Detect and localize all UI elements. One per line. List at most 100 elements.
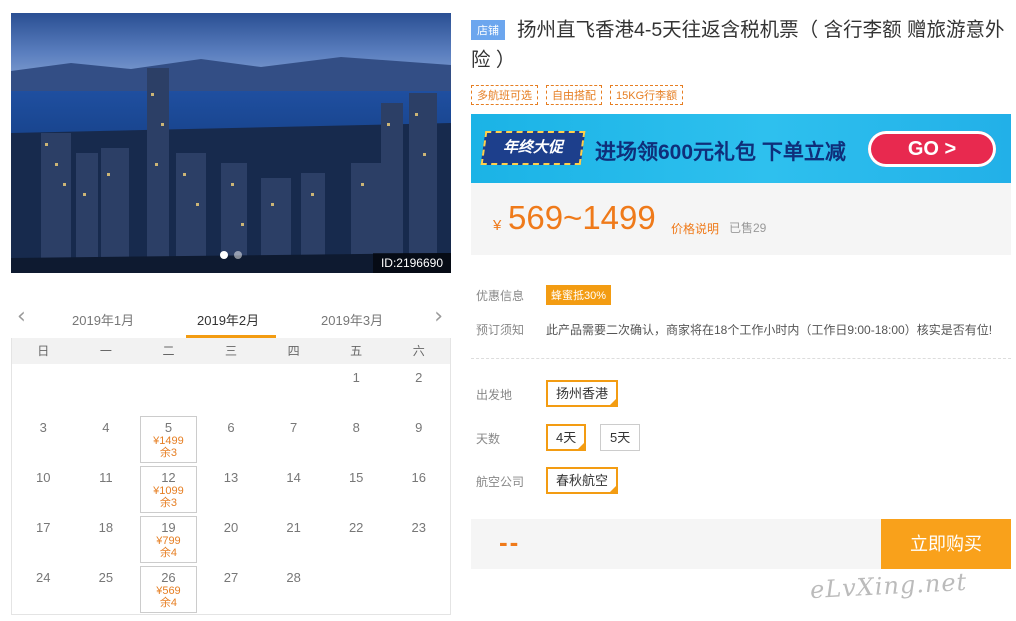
price-currency: ¥ (493, 217, 502, 234)
day-number: 10 (36, 470, 51, 485)
promo-text-amount: 600元礼包 (658, 141, 757, 164)
departure-label: 出发地 (476, 388, 513, 402)
total-price: -- (499, 527, 521, 557)
carousel-dot[interactable] (234, 251, 242, 259)
active-month-indicator (186, 335, 276, 338)
day-number: 11 (99, 470, 113, 485)
day-number: 5 (164, 420, 173, 435)
day-price: ¥569 (156, 585, 181, 597)
promo-text-prefix: 进场领 (595, 141, 658, 164)
day-number: 3 (39, 420, 47, 435)
price-range: 569~1499 (508, 199, 656, 236)
calendar-day-cell: 16 (387, 464, 450, 514)
discount-label: 优惠信息 (476, 289, 525, 303)
calendar-month-tab[interactable]: 2019年1月 (72, 310, 134, 329)
calendar-day-cell: 17 (12, 514, 75, 564)
day-number: 1 (352, 370, 360, 385)
product-title: 扬州直飞香港4-5天往返含税机票（ 含行李额 赠旅游意外险 ） (471, 19, 1005, 71)
product-tags: 多航班可选 自由搭配 15KG行李额 (471, 85, 684, 105)
calendar-day-cell: 20 (200, 514, 263, 564)
carousel-dot[interactable] (220, 251, 228, 259)
calendar-day-cell: 2 (387, 364, 450, 414)
promo-badge: 年终大促 (480, 131, 586, 165)
days-option[interactable]: 5天 (600, 424, 641, 451)
calendar-day-cell: 27 (200, 564, 263, 614)
calendar-day-cell: 11 (75, 464, 138, 514)
image-id-label: ID:2196690 (372, 253, 451, 273)
calendar-day-available[interactable]: 26 ¥569 余4 (137, 564, 200, 614)
calendar-day-cell (387, 564, 450, 614)
day-number: 15 (348, 470, 364, 485)
notice-label: 预订须知 (476, 323, 525, 337)
day-price: ¥1099 (153, 485, 184, 497)
days-option-selected[interactable]: 4天 (546, 424, 587, 451)
price-calendar: ‹ 2019年1月 2019年2月 2019年3月 › 日 一 二 三 四 五 … (11, 298, 451, 615)
day-number: 4 (102, 420, 110, 435)
day-price: ¥1499 (153, 435, 184, 447)
calendar-day-cell: 7 (262, 414, 325, 464)
airline-label: 航空公司 (476, 475, 525, 489)
weekday-label: 二 (162, 344, 175, 358)
day-number: 14 (286, 470, 301, 485)
site-watermark: eLvXing.net (809, 567, 968, 605)
calendar-day-cell (75, 364, 138, 414)
calendar-day-cell: 28 (262, 564, 325, 614)
day-number: 8 (352, 420, 360, 435)
day-number: 22 (348, 520, 364, 535)
day-number: 26 (161, 570, 176, 585)
section-divider (471, 358, 1011, 359)
calendar-day-available[interactable]: 12 ¥1099 余3 (137, 464, 200, 514)
promo-badge-text: 年终大促 (502, 139, 563, 156)
calendar-month-tab-active[interactable]: 2019年2月 (197, 310, 259, 329)
calendar-week-row: 10 11 12 ¥1099 余3 13 14 15 16 (12, 464, 450, 514)
calendar-day-cell: 21 (262, 514, 325, 564)
price-panel: ¥ 569~1499 价格说明 已售29 (471, 183, 1011, 255)
calendar-day-cell (262, 364, 325, 414)
calendar-day-cell: 15 (325, 464, 388, 514)
day-number: 17 (36, 520, 51, 535)
day-remaining: 余3 (159, 497, 177, 509)
calendar-day-available[interactable]: 19 ¥799 余4 (137, 514, 200, 564)
calendar-month-tabs: ‹ 2019年1月 2019年2月 2019年3月 › (11, 298, 451, 338)
day-number: 24 (36, 570, 51, 585)
price-explanation-link[interactable]: 价格说明 (671, 220, 719, 237)
calendar-day-available[interactable]: 5 ¥1499 余3 (137, 414, 200, 464)
weekday-label: 日 (37, 344, 50, 358)
chevron-left-icon[interactable]: ‹ (17, 306, 26, 328)
feature-tag: 自由搭配 (546, 85, 602, 105)
departure-option-selected[interactable]: 扬州香港 (546, 380, 619, 407)
calendar-grid: 日 一 二 三 四 五 六 1 2 3 4 5 ¥1499 余3 6 7 8 9 10 11 12 ¥109… (11, 338, 451, 615)
promo-go-button[interactable]: GO > (868, 131, 996, 167)
weekday-label: 五 (350, 344, 363, 358)
airline-option-selected[interactable]: 春秋航空 (546, 467, 619, 494)
calendar-week-row: 3 4 5 ¥1499 余3 6 7 8 9 (12, 414, 450, 464)
day-number: 18 (98, 520, 114, 535)
day-number: 27 (223, 570, 239, 585)
calendar-week-row: 24 25 26 ¥569 余4 27 28 (12, 564, 450, 614)
buy-now-button[interactable]: 立即购买 (881, 519, 1011, 569)
promo-banner[interactable]: 年终大促 进场领600元礼包 下单立减 GO > (471, 114, 1011, 183)
day-remaining: 余4 (159, 597, 177, 609)
calendar-day-cell (325, 564, 388, 614)
calendar-month-tab[interactable]: 2019年3月 (321, 310, 383, 329)
day-number: 19 (161, 520, 176, 535)
calendar-day-cell: 25 (75, 564, 138, 614)
feature-tag: 15KG行李额 (610, 85, 684, 105)
day-number: 2 (415, 370, 423, 385)
calendar-day-cell: 10 (12, 464, 75, 514)
calendar-weeks: 1 2 3 4 5 ¥1499 余3 6 7 8 9 10 11 12 ¥1099 余3 13 14 15 16 17 1… (12, 364, 450, 614)
chevron-right-icon[interactable]: › (434, 306, 443, 328)
calendar-day-cell (12, 364, 75, 414)
notice-text: 此产品需要二次确认，商家将在18个工作小时内（工作日9:00-18:00）核实是… (546, 323, 993, 337)
calendar-day-cell (137, 364, 200, 414)
calendar-week-row: 12 (12, 364, 450, 414)
calendar-day-cell: 4 (75, 414, 138, 464)
calendar-day-cell: 1 (325, 364, 388, 414)
discount-badge: 蜂蜜抵30% (546, 285, 612, 305)
calendar-day-cell: 24 (12, 564, 75, 614)
shop-badge: 店铺 (471, 20, 505, 40)
day-number: 21 (286, 520, 301, 535)
calendar-day-cell: 22 (325, 514, 388, 564)
day-number: 28 (286, 570, 301, 585)
calendar-day-cell: 18 (75, 514, 138, 564)
